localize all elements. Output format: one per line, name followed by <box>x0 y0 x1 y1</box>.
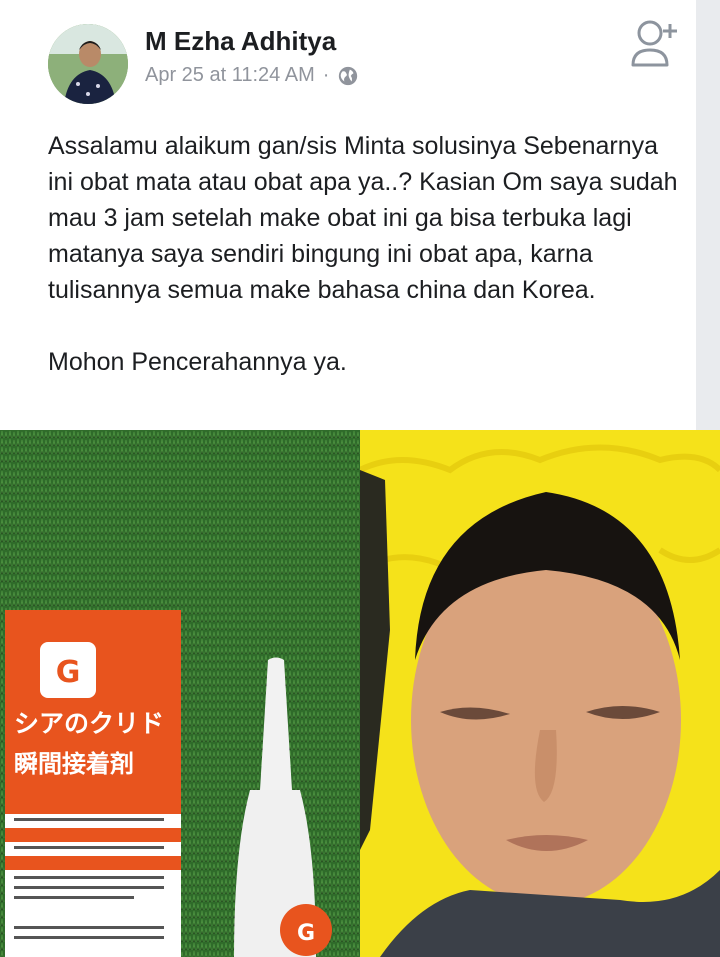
post-photo-product[interactable]: G シアのクリド 瞬間接着剤 G <box>0 430 360 957</box>
post-meta: Apr 25 at 11:24 AM · <box>145 64 359 87</box>
post-photo-person[interactable] <box>360 430 720 957</box>
post-paragraph: Assalamu alaikum gan/sis Minta solusinya… <box>48 132 678 304</box>
author-name[interactable]: M Ezha Adhitya <box>145 26 336 57</box>
add-friend-icon[interactable] <box>628 18 680 68</box>
post-body: Assalamu alaikum gan/sis Minta solusinya… <box>48 128 688 380</box>
globe-icon[interactable] <box>337 65 359 87</box>
post-paragraph: Mohon Pencerahannya ya. <box>48 348 347 376</box>
product-name: シアのクリド <box>14 709 164 738</box>
post-card: M Ezha Adhitya Apr 25 at 11:24 AM · Assa… <box>0 0 696 430</box>
product-subtitle: 瞬間接着剤 <box>14 750 134 778</box>
feed-background <box>696 0 720 430</box>
avatar[interactable] <box>48 24 128 104</box>
post-timestamp[interactable]: Apr 25 at 11:24 AM <box>145 64 315 87</box>
brand-mark: G <box>56 655 81 690</box>
cap-brand-mark: G <box>297 921 315 946</box>
meta-separator: · <box>322 64 330 86</box>
